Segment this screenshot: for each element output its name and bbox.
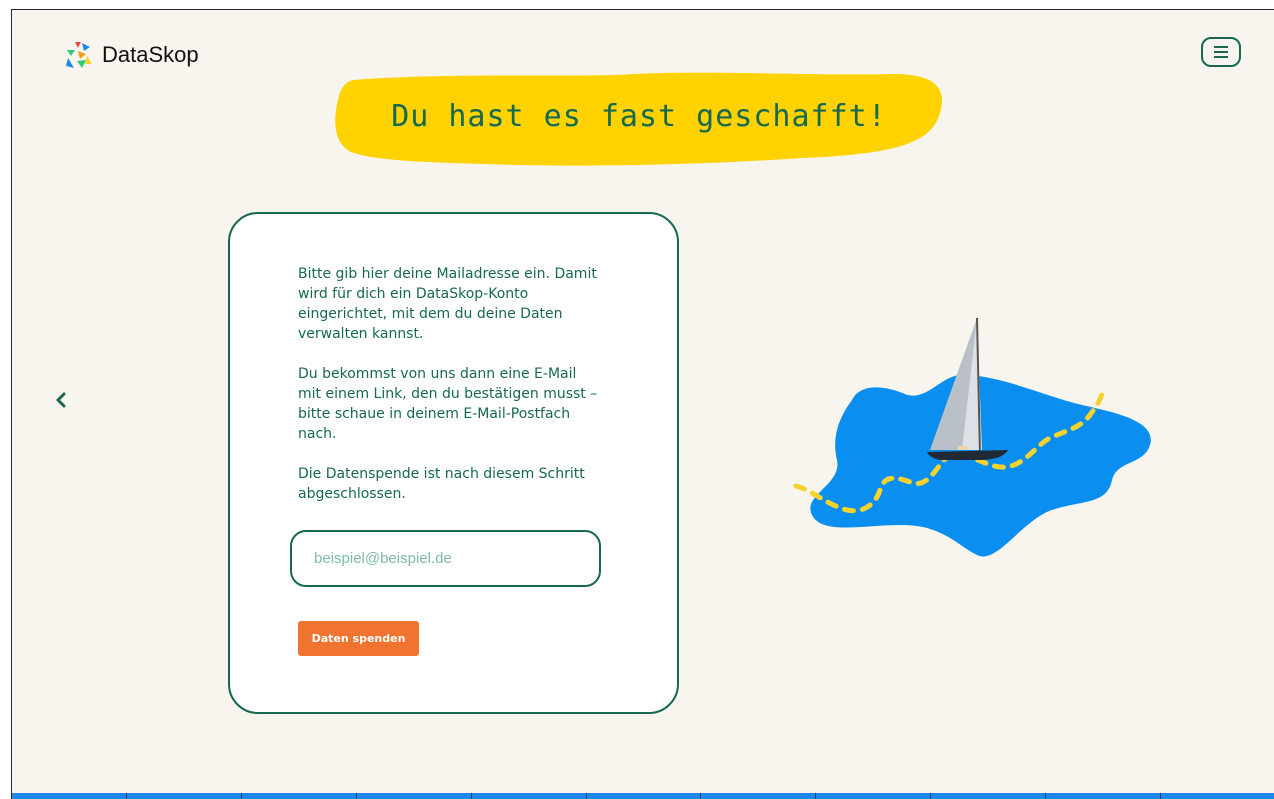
footer-segment [1046,793,1162,799]
bottom-progress-bar [12,793,1274,799]
logo[interactable]: DataSkop [64,40,199,70]
instruction-paragraph-2: Du bekommst von uns dann eine E-Mail mit… [298,366,598,442]
logo-text: DataSkop [102,42,199,67]
email-input[interactable] [290,530,601,587]
footer-segment [12,793,127,799]
dataskop-logo-icon [66,42,92,68]
footer-segment [472,793,587,799]
instruction-paragraph-3: Die Datenspende ist nach diesem Schritt … [298,466,585,502]
footer-segment [127,793,242,799]
page-frame: DataSkop Du hast es fast geschafft! Bitt… [11,9,1274,799]
footer-segment [816,793,932,799]
footer-segment [931,793,1047,799]
instructions-text: Bitte gib hier deine Mailadresse ein. Da… [298,264,598,524]
footer-segment [587,793,702,799]
donate-data-button[interactable]: Daten spenden [298,621,419,656]
chevron-left-icon[interactable] [53,391,69,409]
footer-segment [701,793,817,799]
headline-highlight: Du hast es fast geschafft! [333,68,945,170]
footer-segment [242,793,357,799]
menu-button[interactable] [1201,37,1241,67]
footer-segment [1161,793,1274,799]
instruction-paragraph-1: Bitte gib hier deine Mailadresse ein. Da… [298,266,597,342]
hamburger-menu-icon [1214,46,1228,58]
page-title: Du hast es fast geschafft! [391,98,887,134]
footer-segment [357,793,472,799]
email-form-card: Bitte gib hier deine Mailadresse ein. Da… [228,212,679,714]
sailboat-on-lake-icon [793,317,1151,557]
